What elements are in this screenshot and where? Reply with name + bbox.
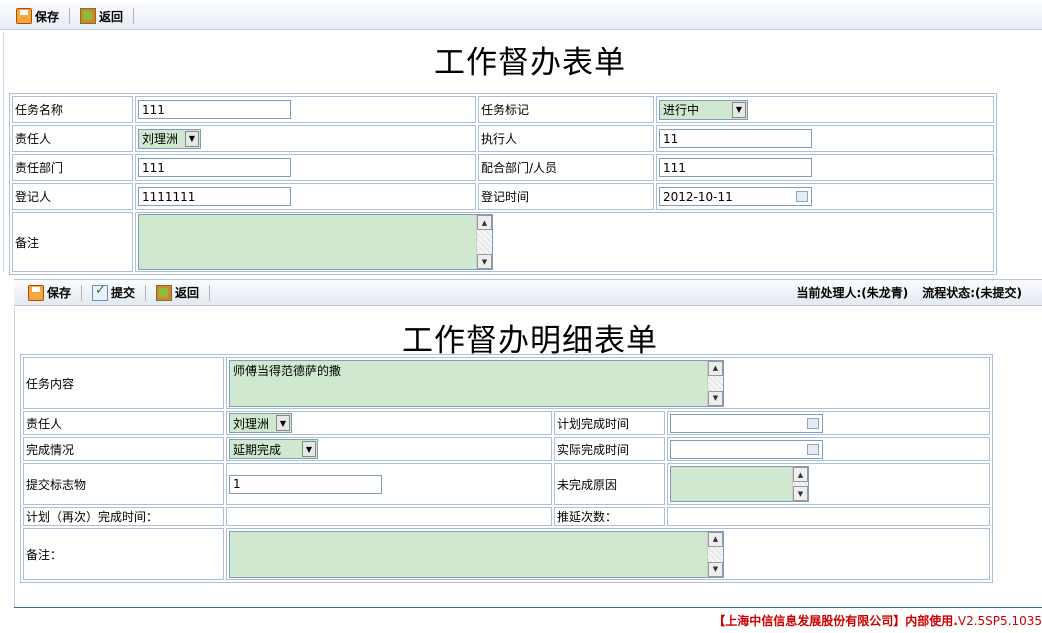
toolbar-divider — [209, 284, 211, 301]
back-icon — [156, 284, 173, 301]
delay-value — [667, 507, 990, 526]
coop-input[interactable] — [659, 158, 812, 177]
executor-input[interactable] — [659, 129, 812, 148]
content-value: 师傅当得范德萨的撒 — [233, 363, 342, 378]
scroll-down-icon[interactable]: ▼ — [708, 390, 723, 406]
chevron-down-icon[interactable]: ▼ — [732, 101, 746, 118]
detail-back-button[interactable]: 返回 — [152, 283, 203, 303]
detail-owner-value: 刘理洲 — [233, 416, 270, 431]
frame-border — [3, 32, 4, 272]
toolbar-divider — [69, 8, 71, 24]
submit-label: 提交 — [111, 286, 136, 300]
status-select[interactable]: 延期完成 ▼ — [229, 439, 318, 459]
detail-remark-label: 备注： — [23, 528, 224, 580]
status-value: 延期完成 — [233, 442, 282, 457]
status-label: 完成情况 — [23, 437, 224, 461]
detail-back-label: 返回 — [175, 286, 200, 300]
task-mark-value: 进行中 — [663, 103, 700, 117]
save-label: 保存 — [35, 9, 60, 24]
reason-label: 未完成原因 — [554, 463, 665, 505]
version-text: V2.5SP5.1035 — [957, 614, 1042, 628]
scroll-up-icon[interactable]: ▲ — [708, 360, 723, 376]
reg-time-field[interactable]: 2012-10-11 — [659, 187, 812, 206]
top-toolbar: 保存 返回 — [0, 3, 1042, 30]
save-button[interactable]: 保存 — [12, 6, 63, 26]
scroll-down-icon[interactable]: ▼ — [477, 254, 492, 269]
detail-save-label: 保存 — [47, 286, 72, 300]
scrollbar[interactable]: ▲ ▼ — [476, 215, 492, 269]
owner-value: 刘理洲 — [142, 132, 179, 146]
task-form: 任务名称 任务标记 进行中 ▼ 责任人 刘理洲 ▼ 执行人 责任部门 配合部门/人员… — [9, 93, 997, 275]
save-icon — [28, 284, 44, 301]
detail-owner-label: 责任人 — [23, 411, 224, 435]
deliverable-input[interactable] — [229, 474, 382, 494]
calendar-icon[interactable] — [807, 418, 819, 430]
detail-remark-textarea[interactable]: ▲ ▼ — [229, 530, 724, 578]
scroll-up-icon[interactable]: ▲ — [708, 531, 723, 547]
dept-input[interactable] — [138, 158, 291, 177]
flow-status: 流程状态:(未提交) — [922, 286, 1022, 300]
footer: 【上海中信信息发展股份有限公司】内部使用.V2.5SP5.1035 — [713, 612, 1042, 629]
task-name-label: 任务名称 — [12, 96, 133, 123]
submit-button[interactable]: 提交 — [88, 283, 139, 303]
delay-label: 推延次数： — [554, 507, 665, 526]
company-text: 【上海中信信息发展股份有限公司】内部使用. — [713, 614, 958, 628]
page-title: 工作督办表单 — [434, 45, 626, 81]
calendar-icon[interactable] — [796, 191, 808, 202]
scrollbar[interactable]: ▲ ▼ — [707, 360, 723, 406]
coop-label: 配合部门/人员 — [478, 154, 654, 181]
task-mark-select[interactable]: 进行中 ▼ — [659, 99, 748, 120]
registrar-label: 登记人 — [12, 183, 133, 210]
remark-label: 备注 — [12, 212, 133, 272]
task-name-input[interactable] — [138, 100, 291, 119]
current-handler: 当前处理人:(朱龙青) — [796, 286, 909, 300]
detail-form: 任务内容 师傅当得范德萨的撒 ▲ ▼ 责任人 刘理洲 ▼ 计划完成时间 完成情况 延期… — [20, 354, 993, 583]
chevron-down-icon[interactable]: ▼ — [185, 130, 199, 147]
toolbar-divider — [81, 284, 83, 301]
chevron-down-icon[interactable]: ▼ — [276, 415, 290, 431]
scroll-down-icon[interactable]: ▼ — [708, 561, 723, 577]
registrar-input[interactable] — [138, 187, 291, 206]
back-button[interactable]: 返回 — [76, 6, 127, 26]
dept-label: 责任部门 — [12, 154, 133, 181]
detail-owner-select[interactable]: 刘理洲 ▼ — [229, 413, 292, 433]
toolbar-divider — [145, 284, 147, 301]
task-mark-label: 任务标记 — [478, 96, 654, 123]
executor-label: 执行人 — [478, 125, 654, 152]
calendar-icon[interactable] — [807, 444, 819, 456]
reg-time-label: 登记时间 — [478, 183, 654, 210]
remark-textarea[interactable]: ▲ ▼ — [138, 214, 493, 270]
scrollbar[interactable]: ▲ ▼ — [792, 467, 808, 501]
save-icon — [16, 8, 32, 24]
frame-border — [14, 307, 15, 607]
owner-select[interactable]: 刘理洲 ▼ — [138, 128, 201, 149]
plan-time-field[interactable] — [670, 414, 823, 434]
deliverable-label: 提交标志物 — [23, 463, 224, 505]
flow-status-bar: 当前处理人:(朱龙青) 流程状态:(未提交) — [796, 284, 1022, 301]
content-textarea[interactable]: 师傅当得范德萨的撒 ▲ ▼ — [229, 359, 724, 407]
detail-toolbar: 保存 提交 返回 当前处理人:(朱龙青) 流程状态:(未提交) — [14, 279, 1042, 306]
reg-time-value: 2012-10-11 — [663, 189, 733, 204]
back-icon — [80, 8, 97, 24]
plan-time-label: 计划完成时间 — [554, 411, 665, 435]
footer-divider — [14, 607, 1042, 608]
scrollbar[interactable]: ▲ ▼ — [707, 531, 723, 577]
scroll-down-icon[interactable]: ▼ — [793, 486, 808, 501]
submit-icon — [92, 283, 109, 301]
content-label: 任务内容 — [23, 357, 224, 409]
replan-value — [226, 507, 552, 526]
back-label: 返回 — [99, 9, 124, 24]
owner-label: 责任人 — [12, 125, 133, 152]
toolbar-divider — [133, 8, 135, 24]
scroll-up-icon[interactable]: ▲ — [477, 215, 492, 230]
chevron-down-icon[interactable]: ▼ — [302, 441, 316, 457]
scroll-up-icon[interactable]: ▲ — [793, 467, 808, 482]
actual-time-label: 实际完成时间 — [554, 437, 665, 461]
replan-label: 计划（再次）完成时间： — [23, 507, 224, 526]
detail-save-button[interactable]: 保存 — [24, 283, 75, 303]
actual-time-field[interactable] — [670, 440, 823, 460]
reason-textarea[interactable]: ▲ ▼ — [670, 466, 809, 502]
